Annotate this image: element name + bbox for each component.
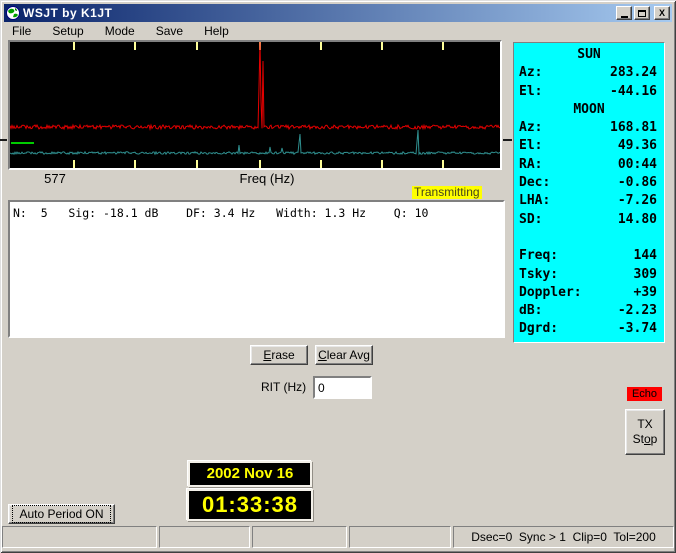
moon-lha-row: LHA:-7.26 (514, 192, 664, 210)
doppler-row: Doppler:+39 (514, 284, 664, 302)
status-panel-settings: Dsec=0 Sync > 1 Clip=0 Tol=200 (453, 526, 674, 548)
status-panel-3 (252, 526, 347, 548)
tsky-row: Tsky:309 (514, 266, 664, 284)
menu-mode[interactable]: Mode (102, 24, 138, 38)
astro-data-panel: SUN Az:283.24 El:-44.16 MOON Az:168.81 E… (513, 42, 665, 343)
tx-stop-line2: Stop (633, 432, 658, 447)
rit-label: RIT (Hz) (261, 380, 306, 394)
freq-start-label: 577 (35, 171, 75, 186)
sun-section-header: SUN (514, 46, 664, 64)
sun-el-row: El:-44.16 (514, 83, 664, 101)
close-icon: X (659, 9, 665, 18)
close-button[interactable]: X (654, 6, 670, 20)
date-display: 2002 Nov 16 (188, 461, 312, 487)
spectrum-plot (10, 42, 500, 168)
status-panel-2 (159, 526, 250, 548)
menu-setup[interactable]: Setup (49, 24, 86, 38)
auto-period-label: Auto Period ON (13, 506, 109, 522)
dgrd-row: Dgrd:-3.74 (514, 320, 664, 338)
status-panel-1 (2, 526, 157, 548)
menu-save[interactable]: Save (153, 24, 186, 38)
sun-az-row: Az:283.24 (514, 64, 664, 82)
moon-dec-row: Dec:-0.86 (514, 174, 664, 192)
erase-button[interactable]: Erase (250, 345, 308, 365)
moon-az-row: Az:168.81 (514, 119, 664, 137)
db-row: dB:-2.23 (514, 302, 664, 320)
title-bar[interactable]: WSJT by K1JT X (4, 4, 672, 22)
menu-help[interactable]: Help (201, 24, 232, 38)
spectrum-display[interactable] (8, 40, 502, 170)
maximize-icon (638, 10, 646, 17)
tx-stop-button[interactable]: TX Stop (625, 409, 665, 455)
menu-file[interactable]: File (9, 24, 34, 38)
status-panel-4 (349, 526, 451, 548)
minimize-icon (621, 16, 628, 18)
left-axis-tick (0, 139, 7, 141)
app-globe-icon (6, 6, 20, 20)
spacer-row (514, 229, 664, 247)
moon-el-row: El:49.36 (514, 137, 664, 155)
app-window: WSJT by K1JT X File Setup Mode Save Help… (0, 0, 676, 553)
tx-stop-line1: TX (637, 417, 652, 432)
auto-period-button[interactable]: Auto Period ON (8, 504, 115, 524)
transmitting-status-badge: Transmitting (412, 186, 482, 199)
freq-row: Freq:144 (514, 247, 664, 265)
maximize-button[interactable] (634, 6, 650, 20)
right-axis-tick (503, 139, 512, 141)
minimize-button[interactable] (616, 6, 632, 20)
decode-result-line: N: 5 Sig: -18.1 dB DF: 3.4 Hz Width: 1.3… (10, 202, 503, 220)
rit-input[interactable] (313, 376, 372, 399)
moon-section-header: MOON (514, 101, 664, 119)
decode-text-panel[interactable]: N: 5 Sig: -18.1 dB DF: 3.4 Hz Width: 1.3… (8, 200, 505, 338)
time-display: 01:33:38 (187, 489, 313, 521)
freq-axis-label: Freq (Hz) (217, 171, 317, 186)
echo-status-badge: Echo (627, 387, 662, 401)
moon-sd-row: SD:14.80 (514, 211, 664, 229)
menu-bar: File Setup Mode Save Help (4, 23, 672, 39)
moon-ra-row: RA:00:44 (514, 156, 664, 174)
window-title: WSJT by K1JT (23, 6, 112, 20)
clear-avg-button[interactable]: Clear Avg (315, 345, 373, 365)
